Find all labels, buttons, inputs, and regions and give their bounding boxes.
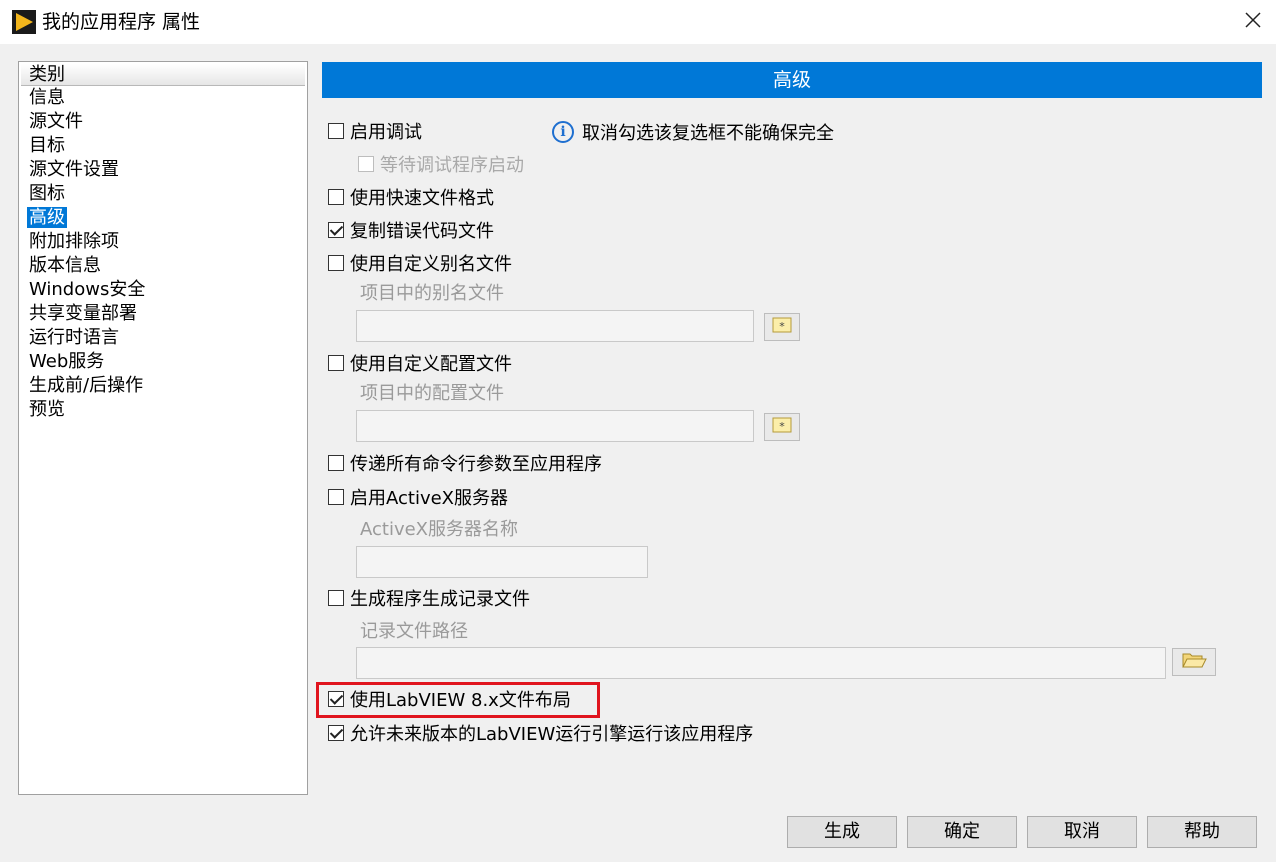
sidebar-item-runtime-languages[interactable]: 运行时语言 — [27, 326, 307, 350]
checkbox-label: 允许未来版本的LabVIEW运行引擎运行该应用程序 — [350, 724, 754, 745]
sidebar-item-advanced[interactable]: 高级 — [27, 206, 307, 230]
sidebar-item-pre-post-build-actions[interactable]: 生成前/后操作 — [27, 374, 307, 398]
help-button[interactable]: 帮助 — [1147, 816, 1257, 848]
highlight-box — [316, 682, 600, 718]
info-icon: i — [552, 121, 574, 143]
folder-open-icon — [1181, 651, 1207, 674]
sidebar-item-windows-security[interactable]: Windows安全 — [27, 278, 307, 302]
checkbox-label: 使用自定义别名文件 — [350, 254, 512, 275]
sidebar-item-source-file-settings[interactable]: 源文件设置 — [27, 158, 307, 182]
checkbox-box — [328, 222, 344, 238]
checkbox-box — [358, 156, 374, 172]
sidebar-item-preview[interactable]: 预览 — [27, 398, 307, 422]
sidebar-item-info[interactable]: 信息 — [27, 86, 307, 110]
log-path-browse-button[interactable] — [1172, 648, 1216, 676]
title-bar: 我的应用程序 属性 — [0, 0, 1276, 44]
allow-future-runtime-checkbox[interactable]: 允许未来版本的LabVIEW运行引擎运行该应用程序 — [328, 721, 753, 745]
checkbox-label: 传递所有命令行参数至应用程序 — [350, 454, 602, 475]
sidebar-item-source-files[interactable]: 源文件 — [27, 110, 307, 134]
checkbox-box — [328, 355, 344, 371]
wait-debugger-checkbox[interactable]: 等待调试程序启动 — [358, 152, 524, 176]
close-icon — [1244, 11, 1262, 34]
info-text: 取消勾选该复选框不能确保完全 — [582, 123, 834, 144]
sidebar-item-destinations[interactable]: 目标 — [27, 134, 307, 158]
checkbox-box — [328, 455, 344, 471]
checkbox-box — [328, 123, 344, 139]
sidebar-item-icon[interactable]: 图标 — [27, 182, 307, 206]
enable-debug-checkbox[interactable]: 启用调试 — [328, 119, 422, 143]
fast-file-format-checkbox[interactable]: 使用快速文件格式 — [328, 185, 494, 209]
window-title: 我的应用程序 属性 — [42, 11, 201, 33]
checkbox-label: 生成程序生成记录文件 — [350, 589, 530, 610]
config-file-label: 项目中的配置文件 — [360, 383, 504, 404]
checkbox-label: 复制错误代码文件 — [350, 221, 494, 242]
checkbox-label: 启用ActiveX服务器 — [350, 488, 509, 509]
alias-file-label: 项目中的别名文件 — [360, 283, 504, 304]
sidebar-item-shared-variable-deployment[interactable]: 共享变量部署 — [27, 302, 307, 326]
config-file-browse-button[interactable]: * — [764, 413, 800, 441]
sidebar-item-version-info[interactable]: 版本信息 — [27, 254, 307, 278]
checkbox-label: 使用自定义配置文件 — [350, 354, 512, 375]
labview-app-icon — [12, 10, 36, 34]
folder-new-icon: * — [771, 316, 793, 339]
checkbox-box — [328, 590, 344, 606]
category-header: 类别 — [21, 64, 305, 86]
svg-text:*: * — [779, 320, 785, 333]
checkbox-box — [328, 725, 344, 741]
config-file-input[interactable] — [356, 410, 754, 442]
build-button[interactable]: 生成 — [787, 816, 897, 848]
log-path-label: 记录文件路径 — [360, 621, 468, 642]
sidebar-item-additional-exclusions[interactable]: 附加排除项 — [27, 230, 307, 254]
copy-error-code-checkbox[interactable]: 复制错误代码文件 — [328, 218, 494, 242]
checkbox-box — [328, 189, 344, 205]
custom-alias-checkbox[interactable]: 使用自定义别名文件 — [328, 251, 512, 275]
activex-name-input[interactable] — [356, 546, 648, 578]
ok-button[interactable]: 确定 — [907, 816, 1017, 848]
alias-file-browse-button[interactable]: * — [764, 313, 800, 341]
activex-name-label: ActiveX服务器名称 — [360, 519, 519, 540]
category-items: 信息 源文件 目标 源文件设置 图标 高级 附加排除项 版本信息 Windows… — [19, 86, 307, 422]
section-title: 高级 — [322, 62, 1262, 98]
activex-server-checkbox[interactable]: 启用ActiveX服务器 — [328, 485, 508, 509]
log-path-input[interactable] — [356, 647, 1166, 679]
checkbox-label: 使用快速文件格式 — [350, 188, 494, 209]
alias-file-input[interactable] — [356, 310, 754, 342]
custom-config-checkbox[interactable]: 使用自定义配置文件 — [328, 351, 512, 375]
folder-new-icon: * — [771, 416, 793, 439]
checkbox-label: 启用调试 — [350, 122, 422, 143]
close-button[interactable] — [1230, 0, 1276, 44]
build-log-checkbox[interactable]: 生成程序生成记录文件 — [328, 586, 530, 610]
pass-cmdline-checkbox[interactable]: 传递所有命令行参数至应用程序 — [328, 451, 602, 475]
checkbox-box — [328, 255, 344, 271]
checkbox-label: 等待调试程序启动 — [380, 155, 524, 176]
sidebar-item-web-services[interactable]: Web服务 — [27, 350, 307, 374]
category-list[interactable]: 类别 信息 源文件 目标 源文件设置 图标 高级 附加排除项 版本信息 Wind… — [18, 61, 308, 795]
checkbox-box — [328, 489, 344, 505]
cancel-button[interactable]: 取消 — [1027, 816, 1137, 848]
info-note: i 取消勾选该复选框不能确保完全 — [552, 119, 848, 145]
svg-text:*: * — [779, 420, 785, 433]
